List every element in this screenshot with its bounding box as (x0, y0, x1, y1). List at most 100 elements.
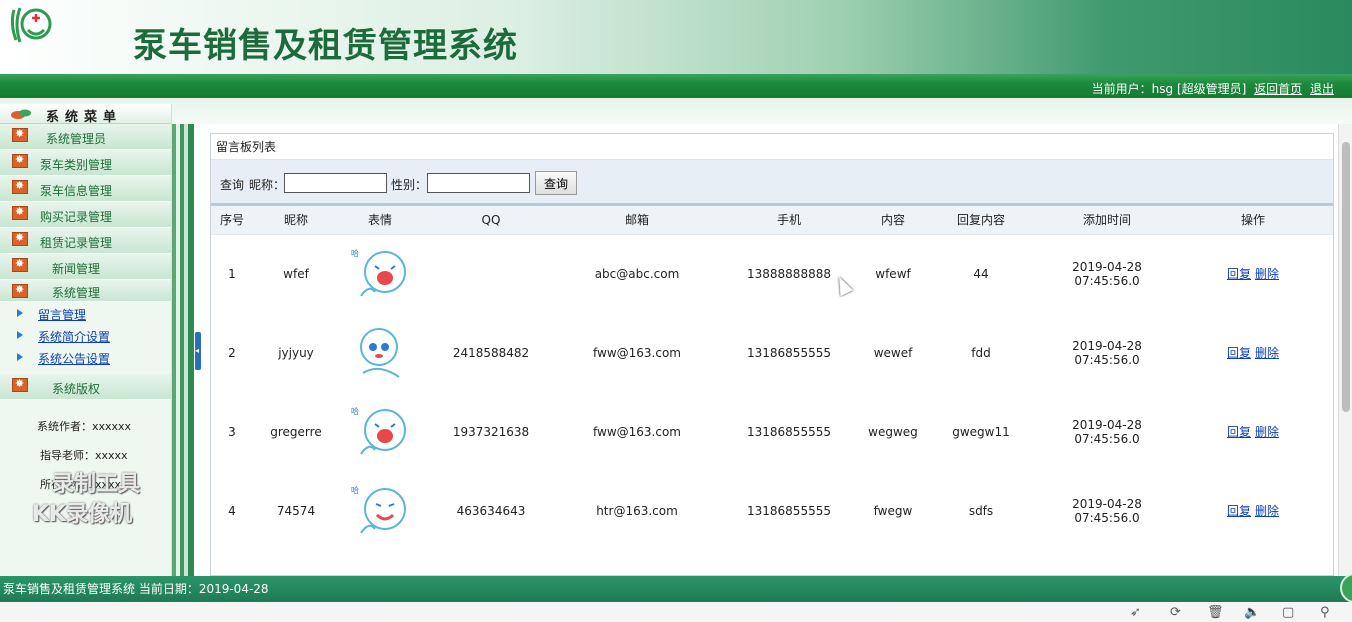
message-table: 序号 昵称 表情 QQ 邮箱 手机 内容 回复内容 添加时间 操作 1 wfef… (211, 206, 1333, 550)
delete-link[interactable]: 删除 (1255, 425, 1279, 439)
sidebar-collapse-handle[interactable] (195, 332, 201, 370)
star-icon (12, 179, 28, 194)
panel-title: 留言板列表 (211, 134, 1333, 160)
logout-link[interactable]: 退出 (1310, 82, 1334, 96)
vertical-scrollbar[interactable] (1338, 124, 1352, 576)
cell-time: 2019-04-28 07:45:56.0 (1072, 417, 1142, 446)
delete-link[interactable]: 删除 (1255, 346, 1279, 360)
trash-icon[interactable]: 🗑 (1207, 605, 1224, 620)
cell-time: 2019-04-28 07:45:56.0 (1072, 496, 1142, 525)
cell-no: 1 (228, 266, 236, 281)
cell-reply: 44 (973, 266, 989, 281)
column-header: 添加时间 (1041, 206, 1173, 235)
cell-qq: 1937321638 (452, 424, 530, 439)
star-icon (12, 205, 28, 220)
search-button[interactable]: 查询 (535, 171, 577, 195)
menu-item-copyright[interactable]: 系统版权 (0, 374, 171, 400)
nickname-input[interactable] (284, 173, 387, 193)
cell-actions: 回复 删除 (1173, 313, 1333, 392)
nickname-label: 昵称： (249, 178, 286, 192)
reply-link[interactable]: 回复 (1227, 425, 1251, 439)
recorder-toolbar: ➶ ⟳ 🗑 🔈 ▢ ⚲ (0, 602, 1352, 622)
cell-actions: 回复 删除 (1173, 471, 1333, 550)
cell-time: 2019-04-28 07:45:56.0 (1072, 259, 1142, 288)
laughing-face-icon: 哈 (351, 248, 406, 297)
cell-face: 哈 (339, 234, 421, 313)
watermark-line2: KK录像机 (32, 502, 133, 527)
cell-phone: 13186855555 (747, 503, 831, 518)
menu-item-label: 购买记录管理 (40, 210, 113, 224)
cell-phone: 13888888888 (747, 266, 831, 281)
reply-link[interactable]: 回复 (1227, 267, 1251, 281)
delete-link[interactable]: 删除 (1255, 267, 1279, 281)
star-icon (12, 231, 28, 246)
sidebar-link-notice[interactable]: 系统公告设置 (38, 350, 110, 367)
cell-nickname: wfef (283, 266, 309, 281)
watermark-line1: 录制工具 (52, 472, 141, 497)
cell-qq: 2418588482 (452, 345, 530, 360)
column-header: 表情 (339, 206, 421, 235)
menu-item-label: 系统管理员 (46, 132, 107, 146)
svg-text:哈: 哈 (351, 406, 359, 416)
triangle-right-icon (17, 353, 23, 361)
cell-email: fww@163.com (593, 345, 681, 360)
menu-item-category[interactable]: 泵车类别管理 (0, 150, 171, 176)
status-footer: 泵车销售及租赁管理系统 当前日期：2019-04-28 (0, 576, 1352, 602)
column-header: 回复内容 (921, 206, 1041, 235)
star-icon (12, 283, 28, 298)
cell-reply: gwegw11 (952, 424, 1010, 439)
gender-input[interactable] (427, 173, 530, 193)
cell-qq: 463634643 (456, 503, 526, 518)
menu-item-info[interactable]: 泵车信息管理 (0, 176, 171, 202)
menu-item-label: 租赁记录管理 (40, 236, 113, 250)
sub-band (0, 98, 1352, 124)
cell-phone: 13186855555 (747, 345, 831, 360)
window-icon[interactable]: ▢ (1282, 605, 1294, 620)
star-icon (12, 257, 28, 272)
menu-item-rental[interactable]: 租赁记录管理 (0, 228, 171, 254)
sidebar-link-message[interactable]: 留言管理 (38, 306, 86, 323)
cell-email: abc@abc.com (594, 266, 680, 281)
cell-face: 哈 (339, 471, 421, 550)
menu-item-system[interactable]: 系统管理 (0, 280, 171, 302)
cell-actions: 回复 删除 (1173, 234, 1333, 313)
sidebar-divider (172, 124, 194, 576)
triangle-right-icon (17, 309, 23, 317)
app-title: 泵车销售及租赁管理系统 (133, 26, 518, 66)
sidebar-subitem-notice: 系统公告设置 (0, 346, 171, 368)
cell-email: htr@163.com (596, 503, 678, 518)
column-header: 昵称 (253, 206, 339, 235)
table-row: 1 wfef 哈 abc@abc.com 13888888888 wfewf 4… (211, 234, 1333, 313)
delete-link[interactable]: 删除 (1255, 504, 1279, 518)
menu-item-purchase[interactable]: 购买记录管理 (0, 202, 171, 228)
search-icon[interactable]: ⚲ (1320, 605, 1330, 620)
cell-content: fwegw (873, 503, 913, 518)
scrollbar-thumb[interactable] (1342, 142, 1350, 412)
reply-link[interactable]: 回复 (1227, 346, 1251, 360)
gender-label: 性别： (391, 178, 428, 192)
home-link[interactable]: 返回首页 (1254, 82, 1302, 96)
author-text: 系统作者：xxxxxx (37, 420, 132, 433)
cell-reply: fdd (971, 345, 991, 360)
menu-item-label: 泵车类别管理 (40, 158, 113, 172)
sidebar-link-intro[interactable]: 系统简介设置 (38, 328, 110, 345)
recorder-watermark: 录制工具 KK录像机 (32, 470, 141, 530)
speaker-icon[interactable]: 🔈 (1244, 605, 1260, 620)
menu-item-admin[interactable]: 系统管理员 (0, 124, 171, 150)
leaf-icon (11, 109, 31, 119)
star-icon (12, 127, 28, 142)
column-header: 手机 (713, 206, 865, 235)
refresh-icon[interactable]: ⟳ (1170, 605, 1181, 620)
table-header-row: 序号 昵称 表情 QQ 邮箱 手机 内容 回复内容 添加时间 操作 (211, 206, 1333, 235)
rocket-icon[interactable]: ➶ (1130, 605, 1141, 620)
smiling-face-icon: 哈 (351, 485, 406, 534)
column-header: 内容 (865, 206, 921, 235)
menu-item-news[interactable]: 新闻管理 (0, 254, 171, 280)
search-bar: 查询 昵称： 性别： 查询 (211, 160, 1333, 206)
column-header: 操作 (1173, 206, 1333, 235)
cell-face (339, 313, 421, 392)
cell-no: 2 (228, 345, 236, 360)
reply-link[interactable]: 回复 (1227, 504, 1251, 518)
svg-text:哈: 哈 (351, 248, 359, 258)
menu-item-label: 新闻管理 (52, 262, 101, 276)
